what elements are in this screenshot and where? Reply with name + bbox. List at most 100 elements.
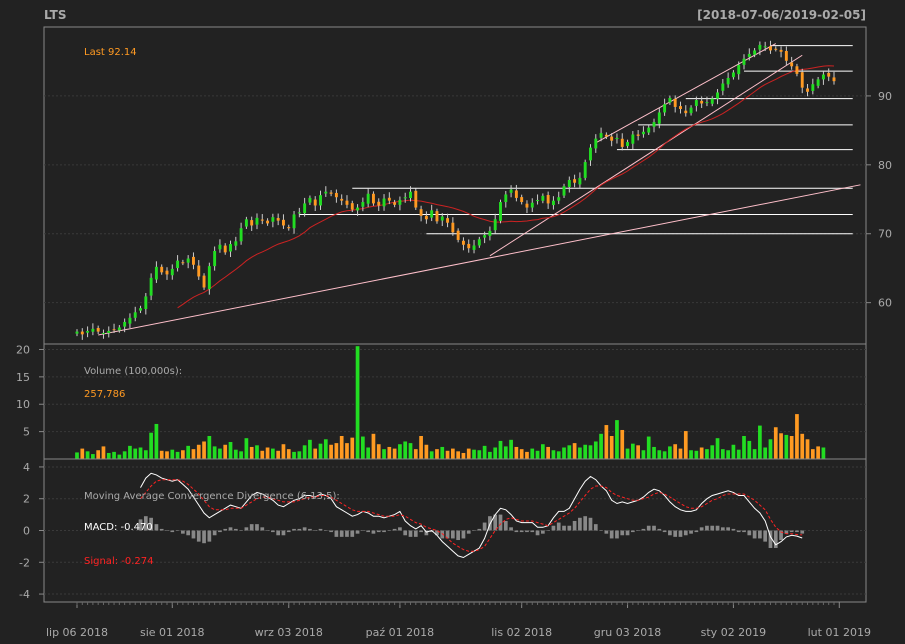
macd-histogram-bar xyxy=(472,530,476,531)
macd-histogram-bar xyxy=(609,530,614,539)
volume-bar xyxy=(805,439,810,459)
macd-histogram-bar xyxy=(239,530,243,531)
macd-histogram-bar xyxy=(181,530,185,534)
volume-bar xyxy=(154,423,159,459)
volume-bar xyxy=(768,439,773,459)
candle-down xyxy=(456,230,460,240)
candle-down xyxy=(525,203,529,208)
candle-up xyxy=(551,200,555,206)
macd-ytick-label: 4 xyxy=(23,461,30,474)
volume-bar xyxy=(138,447,143,459)
volume-bar xyxy=(80,448,85,459)
volume-bar xyxy=(339,436,344,459)
macd-histogram-bar xyxy=(329,530,333,533)
macd-histogram-bar xyxy=(271,530,275,533)
macd-histogram-bar xyxy=(789,530,794,533)
candle-up xyxy=(472,245,476,250)
candle-up xyxy=(139,308,142,311)
candle-down xyxy=(779,49,783,52)
candle-up xyxy=(292,214,296,229)
volume-bar xyxy=(281,444,286,459)
macd-histogram-bar xyxy=(567,525,572,531)
macd-histogram-bar xyxy=(625,530,630,536)
macd-histogram-bar xyxy=(752,530,757,539)
candle-down xyxy=(424,215,428,220)
candle-up xyxy=(816,79,820,86)
macd-histogram-bar xyxy=(615,530,619,539)
volume-bar xyxy=(85,451,90,459)
volume-ytick-label: 20 xyxy=(16,343,30,356)
macd-histogram-bar xyxy=(699,527,704,531)
volume-bar xyxy=(673,444,678,459)
candle-down xyxy=(684,110,688,114)
volume-bar xyxy=(668,446,672,459)
volume-bar xyxy=(720,449,725,459)
candle-down xyxy=(266,220,270,224)
macd-histogram-bar xyxy=(345,530,349,537)
macd-histogram-bar xyxy=(800,530,805,534)
x-tick-label: gru 03 2018 xyxy=(594,626,661,639)
candle-up xyxy=(583,162,587,178)
candle-up xyxy=(409,191,412,199)
volume-bar xyxy=(779,433,783,459)
trendline xyxy=(98,184,861,336)
candle-up xyxy=(361,202,365,207)
volume-bar xyxy=(122,451,127,459)
candle-down xyxy=(197,265,201,277)
macd-ytick-label: 2 xyxy=(23,493,30,506)
macd-histogram-bar xyxy=(170,530,175,533)
candle-down xyxy=(446,218,450,223)
volume-bar xyxy=(620,429,625,459)
macd-histogram-bar xyxy=(218,530,222,533)
volume-bar xyxy=(498,440,503,459)
candle-up xyxy=(218,244,222,250)
x-tick-label: wrz 03 2018 xyxy=(255,626,323,639)
volume-bar xyxy=(472,449,476,459)
candle-up xyxy=(144,296,148,309)
candle-up xyxy=(382,198,386,207)
candle-up xyxy=(234,241,238,246)
candle-down xyxy=(827,72,831,77)
volume-bar xyxy=(398,444,402,459)
x-axis: lip 06 2018 sie 01 2018 wrz 03 2018 paź 01 … xyxy=(46,602,871,639)
volume-bar xyxy=(530,448,535,459)
macd-histogram-bar xyxy=(540,530,545,534)
macd-histogram-bar xyxy=(191,530,196,539)
macd-histogram-bar xyxy=(297,528,302,531)
macd-histogram-bar xyxy=(578,517,582,531)
volume-bar xyxy=(588,445,593,459)
candle-up xyxy=(626,142,630,147)
macd-histogram-bar xyxy=(186,530,191,536)
volume-bar xyxy=(318,443,323,459)
macd-histogram-bar xyxy=(366,530,371,533)
volume-bar xyxy=(255,445,259,459)
candle-down xyxy=(350,203,354,210)
macd-ytick-label: -4 xyxy=(19,588,30,601)
macd-histogram-bar xyxy=(689,530,693,534)
volume-bar xyxy=(652,446,656,459)
volume-bar xyxy=(329,444,333,459)
volume-bar xyxy=(233,449,238,459)
volume-last-label: 257,786 xyxy=(84,389,125,400)
volume-bar xyxy=(413,449,418,459)
stock-chart: LTS [2018-07-06/2019-02-05] 60 70 80 90 5 10… xyxy=(16,8,892,639)
candle-down xyxy=(313,199,317,206)
volume-bar xyxy=(223,444,228,459)
volume-bar xyxy=(736,449,741,459)
macd-histogram-bar xyxy=(652,525,656,531)
volume-bar xyxy=(773,427,778,459)
candle-up xyxy=(398,199,402,205)
macd-histogram-bar xyxy=(678,530,683,537)
macd-histogram-bar xyxy=(519,530,524,533)
candle-up xyxy=(731,72,735,78)
macd-histogram-bar xyxy=(620,530,625,536)
volume-bar xyxy=(488,451,492,459)
candle-up xyxy=(477,239,481,246)
trendline xyxy=(489,54,803,257)
volume-bar xyxy=(562,447,566,459)
macd-histogram-bar xyxy=(482,522,487,531)
candle-down xyxy=(276,218,280,221)
volume-bar xyxy=(493,447,498,459)
candle-up xyxy=(763,46,767,48)
volume-bar xyxy=(244,438,249,459)
